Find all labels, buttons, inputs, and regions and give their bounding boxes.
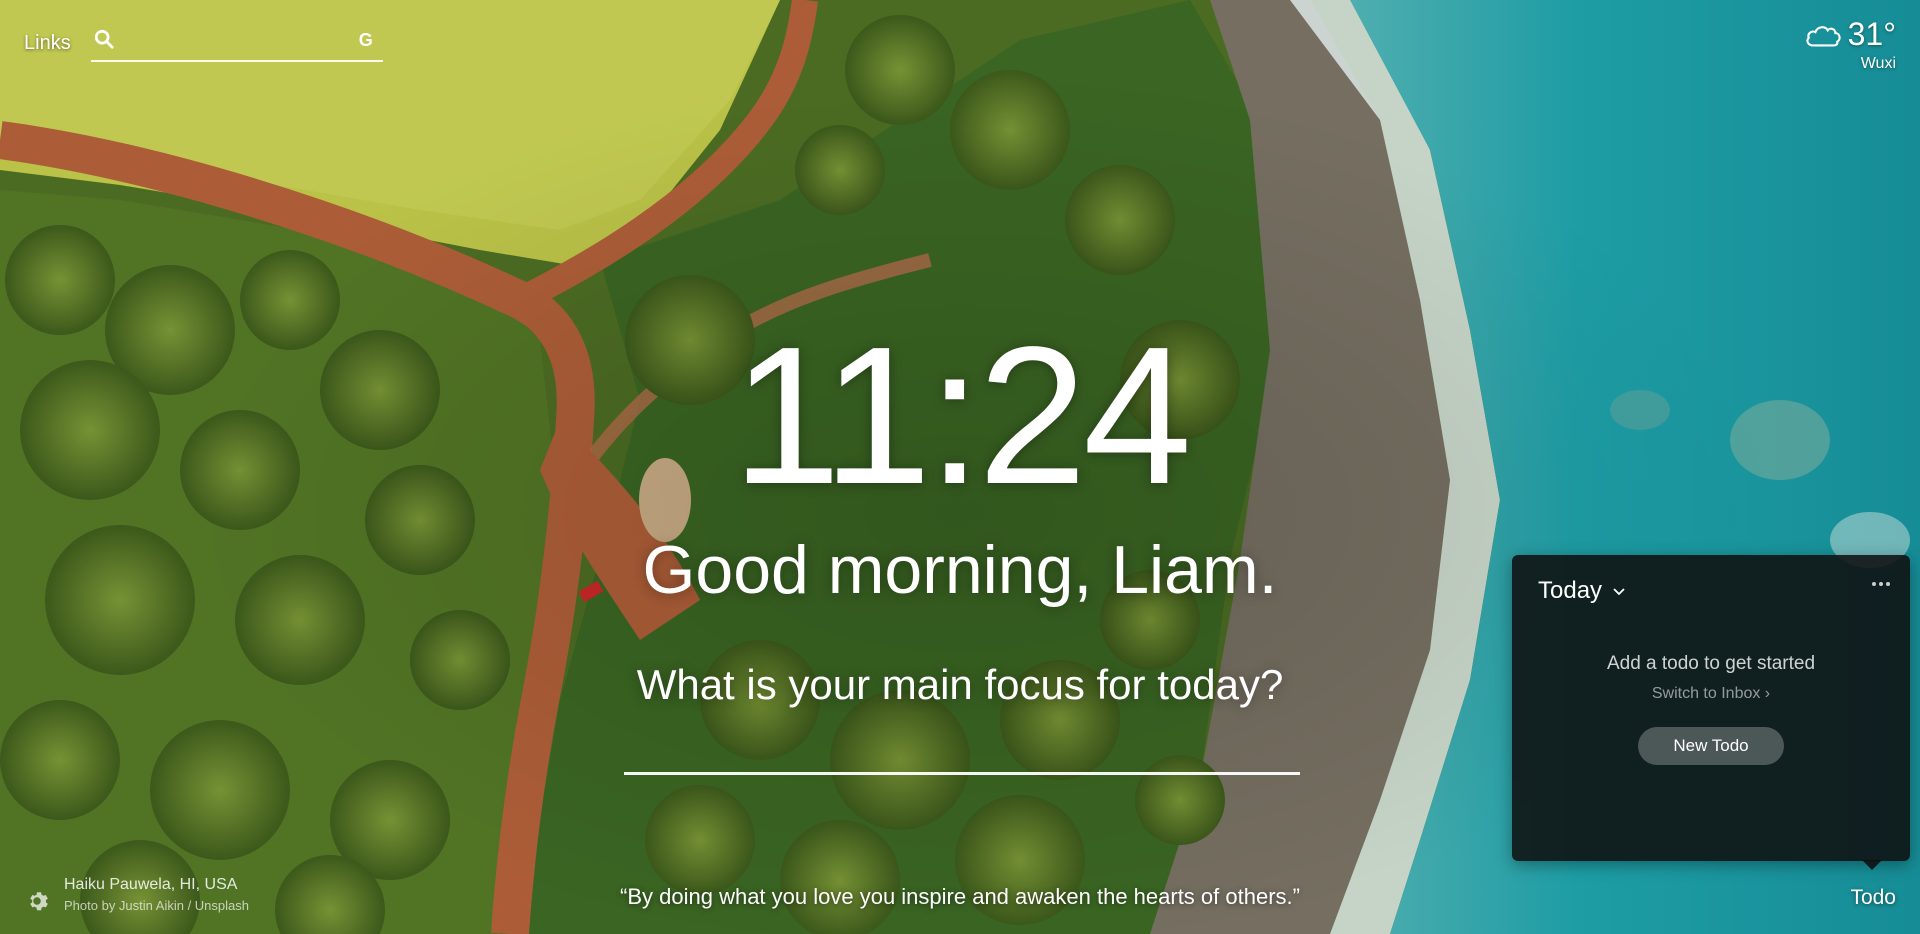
google-icon[interactable]: G: [359, 30, 373, 51]
focus-input[interactable]: [624, 730, 1300, 775]
gear-icon[interactable]: [24, 888, 50, 914]
temperature: 31°: [1847, 16, 1896, 52]
cloud-icon: [1806, 25, 1841, 46]
switch-to-inbox-link[interactable]: Switch to Inbox ›: [1512, 685, 1910, 703]
photo-info: Haiku Pauwela, HI, USA Photo by Justin A…: [24, 876, 249, 914]
todo-panel-pointer: [1862, 860, 1882, 870]
photo-location[interactable]: Haiku Pauwela, HI, USA: [64, 876, 249, 894]
clock: 11:24: [732, 306, 1192, 525]
todo-toggle-button[interactable]: Todo: [1850, 886, 1896, 910]
quote[interactable]: “By doing what you love you inspire and …: [0, 884, 1920, 910]
todo-empty-message: Add a todo to get started: [1606, 653, 1816, 674]
search-bar[interactable]: G: [90, 24, 383, 62]
new-todo-button[interactable]: New Todo: [1638, 727, 1784, 765]
top-left-bar: Links G: [24, 24, 383, 62]
links-button[interactable]: Links: [24, 32, 71, 55]
chevron-down-icon: [1613, 588, 1625, 596]
more-icon[interactable]: [1870, 579, 1892, 589]
search-icon[interactable]: [93, 28, 115, 50]
weather-widget[interactable]: 31° Wuxi: [1804, 16, 1896, 73]
weather-row: 31°: [1804, 16, 1896, 53]
photo-text: Haiku Pauwela, HI, USA Photo by Justin A…: [64, 876, 249, 913]
todo-list-selector[interactable]: Today: [1538, 577, 1626, 605]
weather-city: Wuxi: [1860, 55, 1896, 72]
todo-panel: Today Add a todo to get started Switch t…: [1512, 555, 1910, 861]
photo-credit[interactable]: Photo by Justin Aikin / Unsplash: [64, 898, 249, 913]
todo-list-name: Today: [1538, 577, 1603, 604]
search-input[interactable]: [122, 26, 347, 56]
